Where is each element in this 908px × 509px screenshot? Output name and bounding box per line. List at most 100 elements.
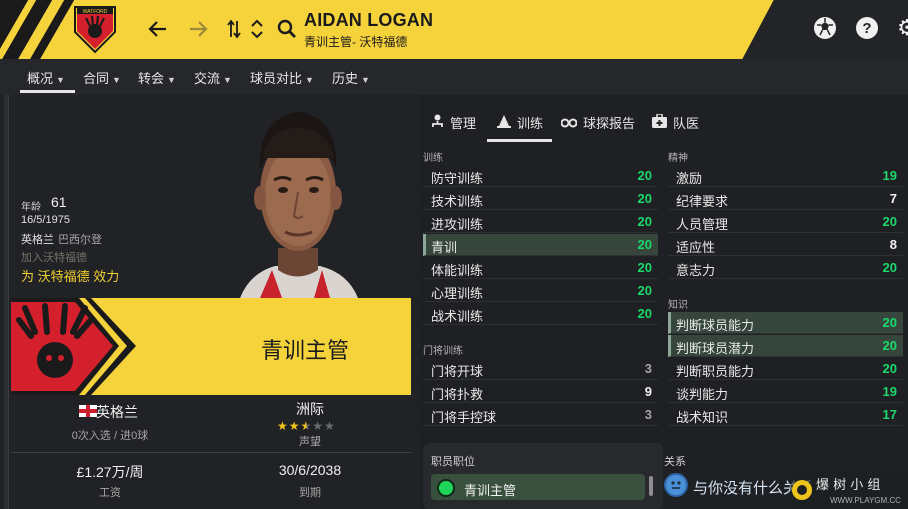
attribute-row[interactable]: 激励 19 [668, 165, 903, 187]
nation-name[interactable]: 英格兰 [96, 402, 156, 422]
attribute-row[interactable]: 人员管理 20 [668, 211, 903, 233]
attribute-value: 20 [637, 214, 652, 229]
cone-icon [497, 114, 511, 131]
attribute-name: 意志力 [676, 263, 716, 278]
attribute-row[interactable]: 适应性 8 [668, 234, 903, 256]
attribute-value: 20 [637, 283, 652, 298]
position-label: 职员职位 [431, 456, 475, 468]
relations-face-icon [664, 473, 688, 497]
attribute-name: 心理训练 [431, 286, 484, 301]
attribute-row[interactable]: 体能训练 20 [423, 257, 658, 279]
attribute-name: 谈判能力 [676, 387, 729, 402]
position-status-dot [437, 479, 455, 497]
tab-transfer[interactable]: 转会 ▼ [138, 68, 176, 87]
attribute-row[interactable]: 门将手控球 3 [423, 404, 658, 426]
search-icon[interactable] [272, 14, 302, 44]
attribute-name: 青训 [431, 240, 458, 255]
contract-expiry: 30/6/2038 [278, 462, 342, 478]
attribute-row[interactable]: 青训 20 [423, 234, 658, 256]
attribute-row[interactable]: 判断球员潜力 20 [668, 335, 903, 357]
attribute-row[interactable]: 判断球员能力 20 [668, 312, 903, 334]
scrollbar[interactable] [649, 476, 653, 496]
help-icon[interactable]: ? [856, 17, 878, 39]
role-card: 青训主管 [11, 298, 411, 395]
binoculars-icon [560, 115, 578, 131]
staff-role-club[interactable]: 青训主管- 沃特福德 [304, 33, 407, 50]
club-crest-large [11, 298, 136, 395]
attribute-value: 20 [882, 260, 897, 275]
attribute-row[interactable]: 战术知识 17 [668, 404, 903, 426]
attribute-row[interactable]: 意志力 20 [668, 257, 903, 279]
attribute-value: 3 [644, 407, 652, 422]
attribute-name: 激励 [676, 171, 703, 186]
divider [11, 452, 411, 453]
attribute-value: 3 [644, 361, 652, 376]
wage-value: £1.27万/周 [76, 464, 144, 480]
tab-history[interactable]: 历史 ▼ [332, 68, 370, 87]
subtab-scout-report[interactable]: 球探报告 [560, 113, 635, 132]
role-title: 青训主管 [261, 338, 350, 363]
attribute-row[interactable]: 进攻训练 20 [423, 211, 658, 233]
half-star-icon: ★ [300, 419, 313, 433]
attribute-row[interactable]: 门将开球 3 [423, 358, 658, 380]
attribute-value: 20 [637, 168, 652, 183]
wage-label: 工资 [99, 487, 121, 499]
attribute-row[interactable]: 谈判能力 19 [668, 381, 903, 403]
attribute-row[interactable]: 防守训练 20 [423, 165, 658, 187]
age-value: 61 [51, 194, 67, 210]
star-icon: ★ [324, 419, 336, 433]
section-goalkeeping: 门将训练 [423, 346, 463, 357]
tab-interaction[interactable]: 交流 ▼ [194, 68, 232, 87]
attribute-row[interactable]: 战术训练 20 [423, 303, 658, 325]
svg-text:WATFORD: WATFORD [83, 9, 108, 15]
star-icon: ★ [312, 419, 325, 433]
club-badge[interactable]: WATFORD [72, 4, 118, 54]
section-mental: 精神 [668, 153, 688, 164]
attribute-name: 体能训练 [431, 263, 484, 278]
forward-arrow-icon[interactable] [183, 14, 213, 44]
attribute-value: 20 [882, 361, 897, 376]
medical-kit-icon [652, 113, 667, 131]
attribute-row[interactable]: 门将扑救 9 [423, 381, 658, 403]
tab-overview[interactable]: 概况 ▼ [27, 68, 65, 87]
attribute-row[interactable]: 心理训练 20 [423, 280, 658, 302]
plays-for-club[interactable]: 为 沃特福德 效力 [21, 266, 119, 285]
attribute-name: 战术训练 [431, 309, 484, 324]
attribute-value: 17 [882, 407, 897, 422]
attribute-row[interactable]: 纪律要求 7 [668, 188, 903, 210]
section-knowledge: 知识 [668, 300, 688, 311]
subtab-medical[interactable]: 队医 [652, 113, 699, 132]
staff-portrait [240, 112, 358, 298]
title-bar: WATFORD AIDAN LOGAN 青训主管- 沃特福德 ? ⚙ [0, 0, 908, 59]
active-subtab-indicator [487, 139, 552, 142]
tab-compare[interactable]: 球员对比 ▼ [250, 68, 314, 87]
reputation-stars: ★★★★★ [277, 419, 336, 433]
svg-text:WWW.PLAYGM.CC: WWW.PLAYGM.CC [830, 496, 901, 505]
attribute-name: 门将开球 [431, 364, 484, 379]
main-tab-bar: 概况 ▼ 合同 ▼ 转会 ▼ 交流 ▼ 球员对比 ▼ 历史 ▼ [0, 59, 908, 95]
international-caps: 0次入选 / 进0球 [71, 430, 149, 442]
faded-text: 加入沃特福德 [21, 252, 87, 264]
subtab-management[interactable]: 管理 [431, 113, 476, 132]
back-arrow-icon[interactable] [143, 14, 173, 44]
attribute-name: 防守训练 [431, 171, 484, 186]
star-icon: ★ [288, 419, 301, 433]
attribute-value: 20 [882, 315, 897, 330]
person-tree-icon [431, 114, 444, 131]
swap-icon[interactable] [223, 14, 245, 44]
tab-contract[interactable]: 合同 ▼ [83, 68, 121, 87]
attribute-name: 门将扑救 [431, 387, 484, 402]
position-value: 青训主管 [464, 483, 517, 498]
ball-icon[interactable] [814, 17, 836, 39]
attribute-name: 门将手控球 [431, 410, 497, 425]
attribute-row[interactable]: 判断职员能力 20 [668, 358, 903, 380]
attribute-name: 纪律要求 [676, 194, 729, 209]
up-down-chevron-icon[interactable] [245, 14, 269, 44]
subtab-training[interactable]: 训练 [497, 113, 543, 132]
gear-icon[interactable]: ⚙ [896, 15, 908, 40]
attribute-name: 进攻训练 [431, 217, 484, 232]
attribute-row[interactable]: 技术训练 20 [423, 188, 658, 210]
attribute-name: 战术知识 [676, 410, 729, 425]
attribute-value: 7 [889, 191, 897, 206]
nationality: 英格兰 巴西尔登 [21, 234, 102, 246]
